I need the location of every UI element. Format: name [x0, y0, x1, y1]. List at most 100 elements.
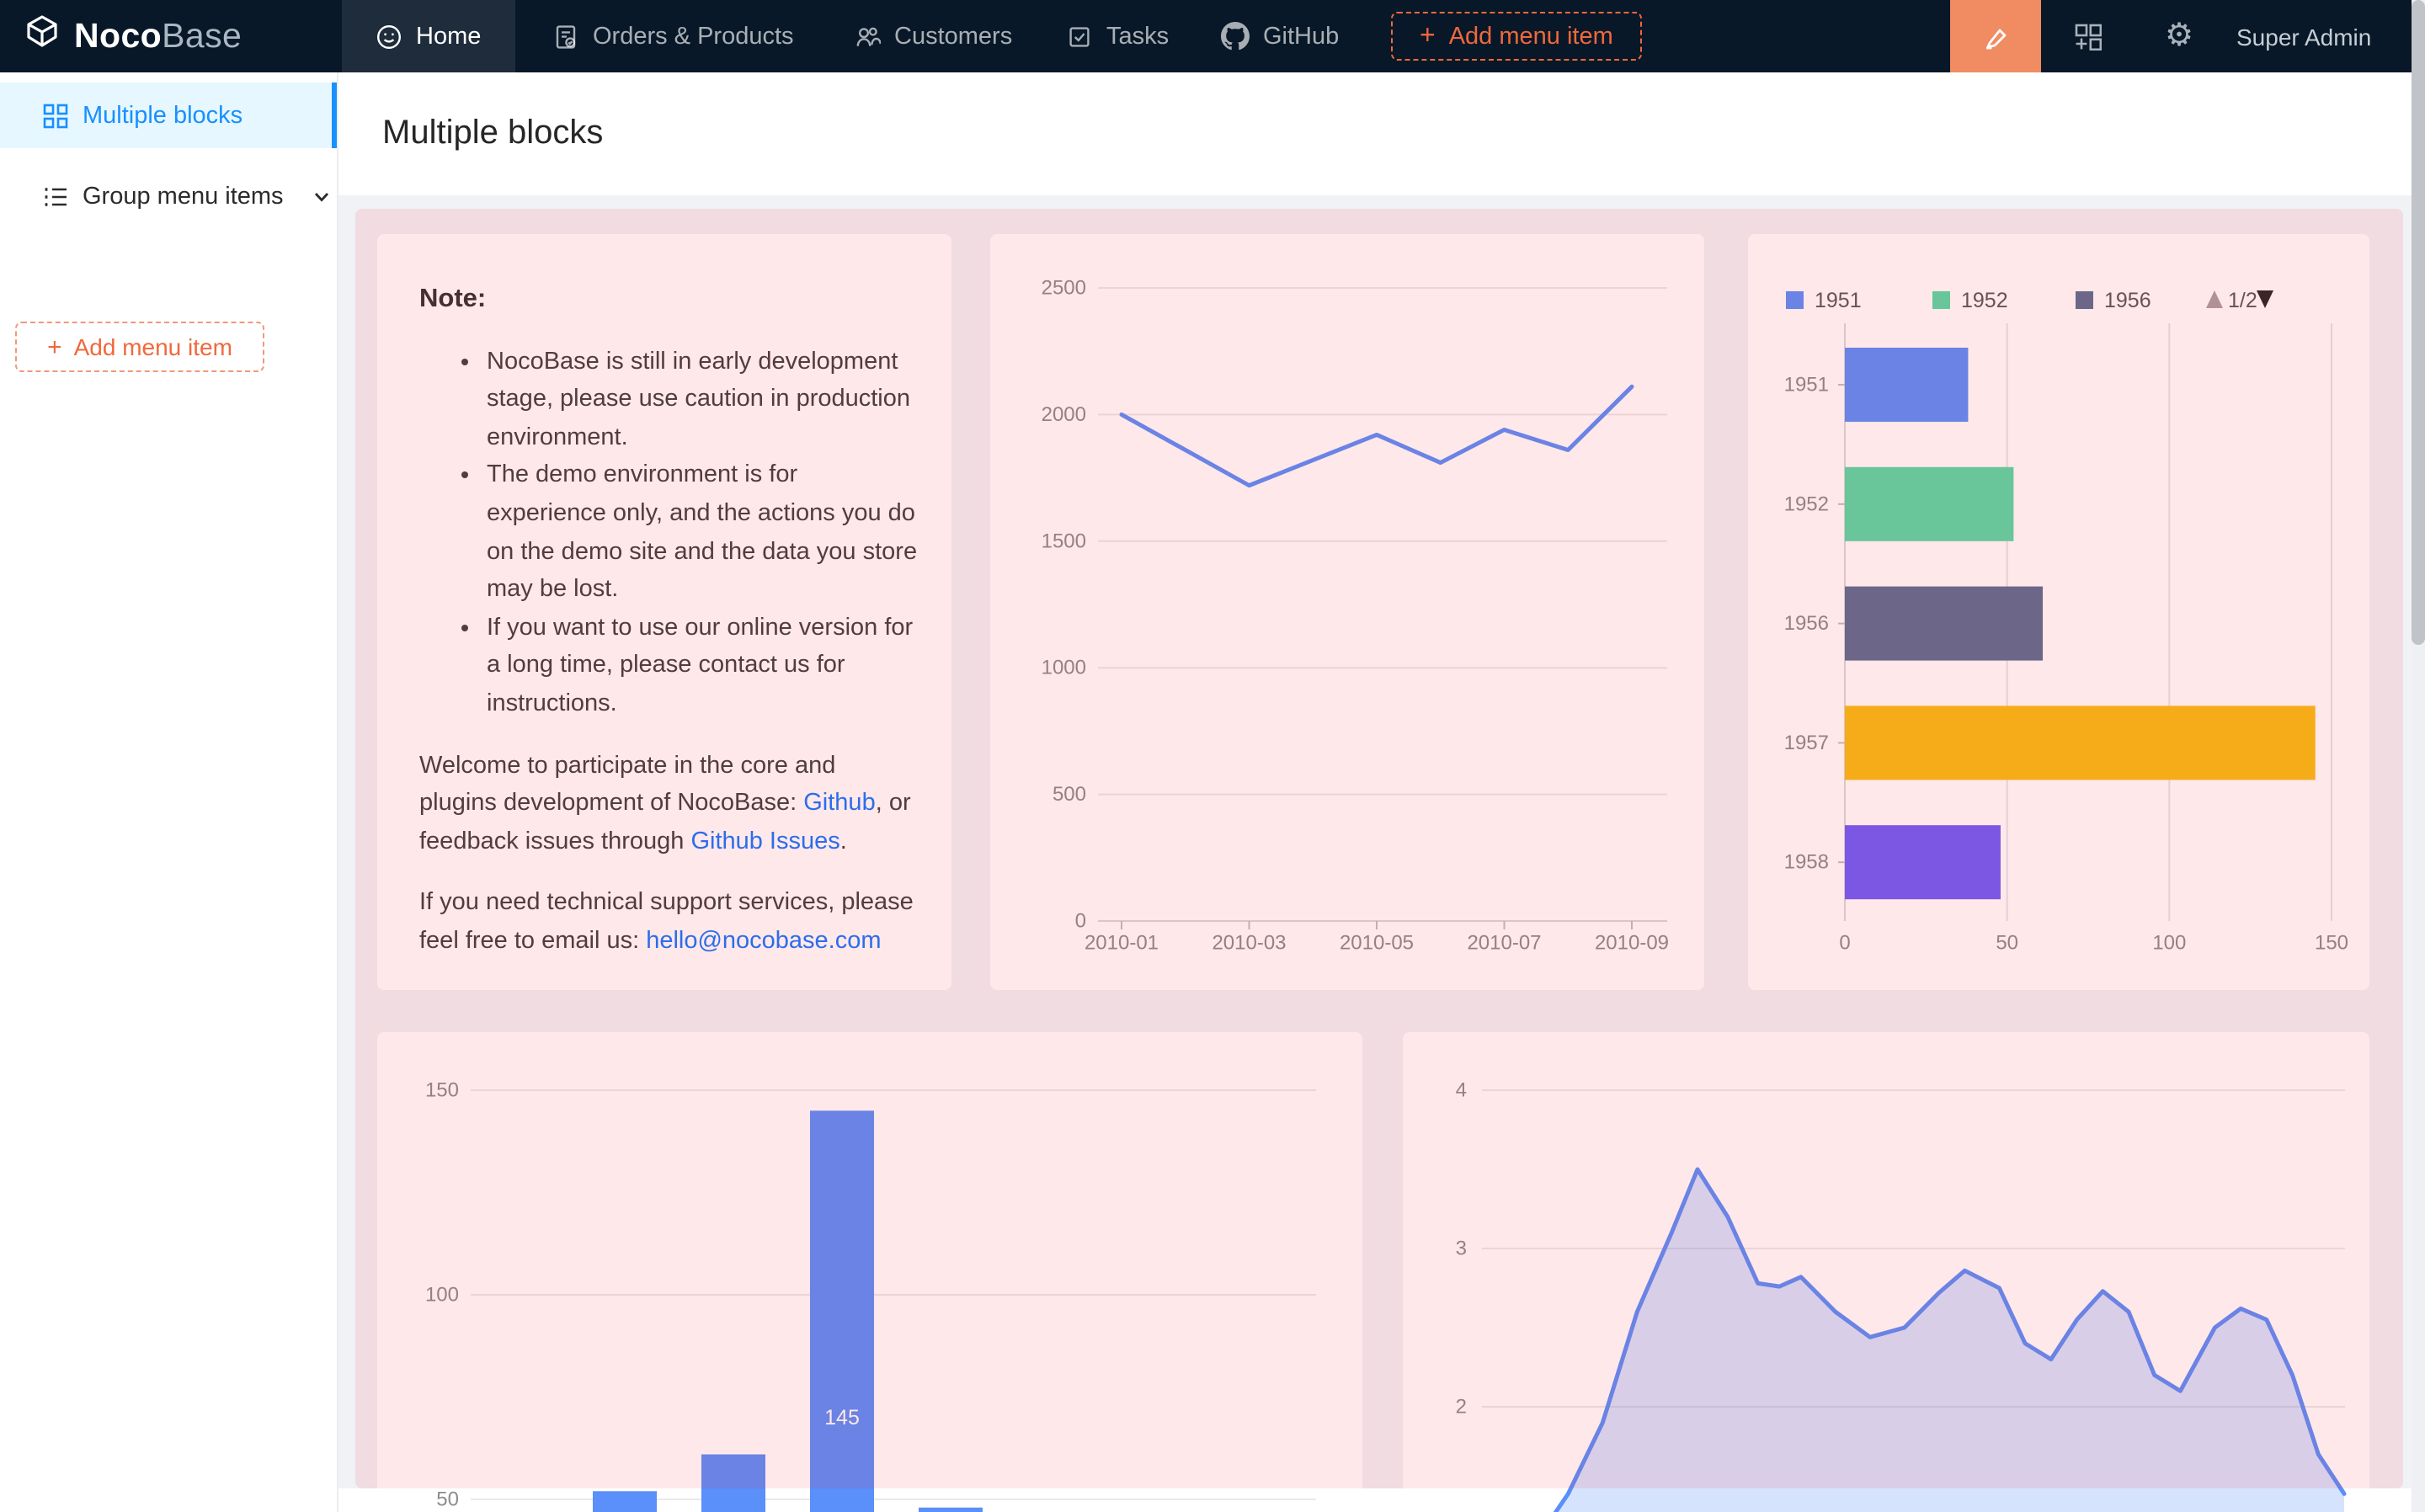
email-link[interactable]: hello@nocobase.com [646, 928, 881, 955]
button-label: Add menu item [74, 333, 232, 360]
column-chart: 150 100 50 145 [377, 1032, 1362, 1512]
y-axis-label: 500 [1053, 783, 1086, 806]
highlighter-icon [1980, 21, 2011, 51]
bar [1845, 587, 2043, 661]
chevron-down-icon [314, 188, 331, 205]
legend-label: 1951 [1815, 289, 1862, 312]
note-bullet: The demo environment is for experience o… [487, 457, 918, 610]
smiley-icon [376, 23, 402, 50]
category-label: 1957 [1784, 732, 1829, 754]
bar [701, 1455, 765, 1512]
x-axis-label: 150 [2315, 932, 2348, 955]
github-issues-link[interactable]: Github Issues [690, 828, 839, 854]
logo-cube-icon [24, 13, 61, 59]
chart-svg: 150 100 50 145 [377, 1032, 1362, 1512]
y-axis-label: 50 [436, 1488, 459, 1511]
brand-text: NocoBase [74, 16, 242, 56]
tab-home[interactable]: Home [342, 0, 514, 72]
x-axis-label: 2010-07 [1467, 932, 1541, 955]
legend-pager-up-icon [2206, 290, 2223, 308]
tab-tasks[interactable]: Tasks [1032, 0, 1202, 72]
vertical-scrollbar[interactable] [2412, 0, 2425, 1512]
tab-github[interactable]: GitHub [1187, 0, 1372, 72]
legend-swatch [1932, 291, 1950, 309]
bar [1845, 825, 2001, 899]
line-chart-block[interactable]: 050010001500200025002010-012010-032010-0… [990, 234, 1704, 990]
x-axis-label: 2010-01 [1085, 932, 1159, 955]
github-link[interactable]: Github [803, 790, 875, 817]
x-axis-label: 100 [2152, 932, 2186, 955]
area-fill [1525, 1169, 2344, 1512]
line-chart: 050010001500200025002010-012010-032010-0… [990, 234, 1704, 990]
customers-people-icon [854, 23, 881, 50]
sidebar-item-group-menu-items[interactable]: Group menu items [0, 163, 337, 229]
category-label: 1952 [1784, 492, 1829, 515]
check-square-icon [1066, 23, 1093, 50]
line-series [1122, 386, 1632, 485]
settings-gear-icon[interactable]: ⚙ [2156, 0, 2203, 72]
sidebar-item-label: Multiple blocks [83, 102, 242, 129]
category-label: 1951 [1784, 374, 1829, 397]
list-icon [42, 183, 69, 210]
tab-orders-products[interactable]: Orders & Products [519, 0, 828, 72]
y-axis-label: 0 [1075, 910, 1086, 933]
user-menu[interactable]: Super Admin [2236, 0, 2371, 72]
x-axis-label: 50 [1996, 932, 2018, 955]
chart-svg: 0 50 100 150 1951 1952 1956 1957 1958 1951 1952 195… [1748, 234, 2369, 990]
note-paragraph: Welcome to participate in the core and p… [419, 747, 918, 861]
bar [1845, 467, 2013, 541]
tab-customers[interactable]: Customers [820, 0, 1046, 72]
orders-document-icon [552, 23, 579, 50]
tab-label: Home [416, 23, 481, 50]
app-window: NocoBase Home Orders & Products Customer… [0, 0, 2425, 1512]
tab-label: Customers [894, 23, 1012, 50]
category-label: 1956 [1784, 612, 1829, 635]
y-axis-label: 100 [425, 1284, 459, 1307]
markdown-note-block[interactable]: Note: NocoBase is still in early develop… [377, 234, 951, 990]
plugin-blocks-icon[interactable] [2065, 0, 2112, 72]
y-axis-label: 1500 [1042, 530, 1086, 552]
tab-label: Orders & Products [593, 23, 794, 50]
chart-svg: 050010001500200025002010-012010-032010-0… [990, 234, 1704, 990]
button-label: Add menu item [1449, 23, 1613, 50]
left-sidebar: Multiple blocks Group menu items + Add m… [0, 72, 338, 1512]
horizontal-bar-chart-block[interactable]: 0 50 100 150 1951 1952 1956 1957 1958 1951 1952 195… [1748, 234, 2369, 990]
y-axis-label: 150 [425, 1079, 459, 1102]
bar [1845, 705, 2316, 780]
y-axis-label: 3 [1456, 1238, 1467, 1260]
x-axis-label: 0 [1839, 932, 1850, 955]
bar-value-label: 145 [824, 1406, 860, 1429]
github-icon [1221, 22, 1250, 51]
tab-label: Tasks [1106, 23, 1169, 50]
bar [1845, 348, 1968, 422]
sidebar-item-multiple-blocks[interactable]: Multiple blocks [0, 83, 337, 148]
column-chart-block[interactable]: 150 100 50 145 [377, 1032, 1362, 1512]
bar [593, 1491, 657, 1512]
legend-label: 1952 [1961, 289, 2008, 312]
page-header: Multiple blocks [337, 72, 2425, 195]
sidebar-item-label: Group menu items [83, 183, 284, 210]
y-axis-label: 2000 [1042, 403, 1086, 426]
y-axis-label: 2500 [1042, 277, 1086, 300]
y-axis-label: 2 [1456, 1396, 1467, 1419]
page-title: Multiple blocks [382, 114, 603, 153]
note-title: Note: [419, 281, 918, 319]
user-name: Super Admin [2236, 23, 2371, 50]
plus-icon: + [1420, 23, 1436, 50]
legend-label: 1956 [2104, 289, 2151, 312]
ui-editor-button[interactable] [1950, 0, 2041, 72]
nocobase-logo[interactable]: NocoBase [24, 0, 242, 72]
scrollbar-thumb[interactable] [2412, 0, 2425, 645]
x-axis-label: 2010-05 [1340, 932, 1414, 955]
bar [810, 1110, 874, 1512]
note-content: Note: NocoBase is still in early develop… [377, 234, 951, 961]
plus-icon: + [47, 334, 62, 359]
top-navbar: NocoBase Home Orders & Products Customer… [0, 0, 2425, 72]
category-label: 1958 [1784, 851, 1829, 874]
header-add-menu-item-button[interactable]: + Add menu item [1391, 12, 1642, 61]
sidebar-add-menu-item-button[interactable]: + Add menu item [15, 322, 264, 372]
x-axis-label: 2010-09 [1595, 932, 1669, 955]
note-bullet: NocoBase is still in early development s… [487, 343, 918, 457]
area-chart-block[interactable]: 432 [1403, 1032, 2369, 1512]
tab-label: GitHub [1263, 23, 1339, 50]
